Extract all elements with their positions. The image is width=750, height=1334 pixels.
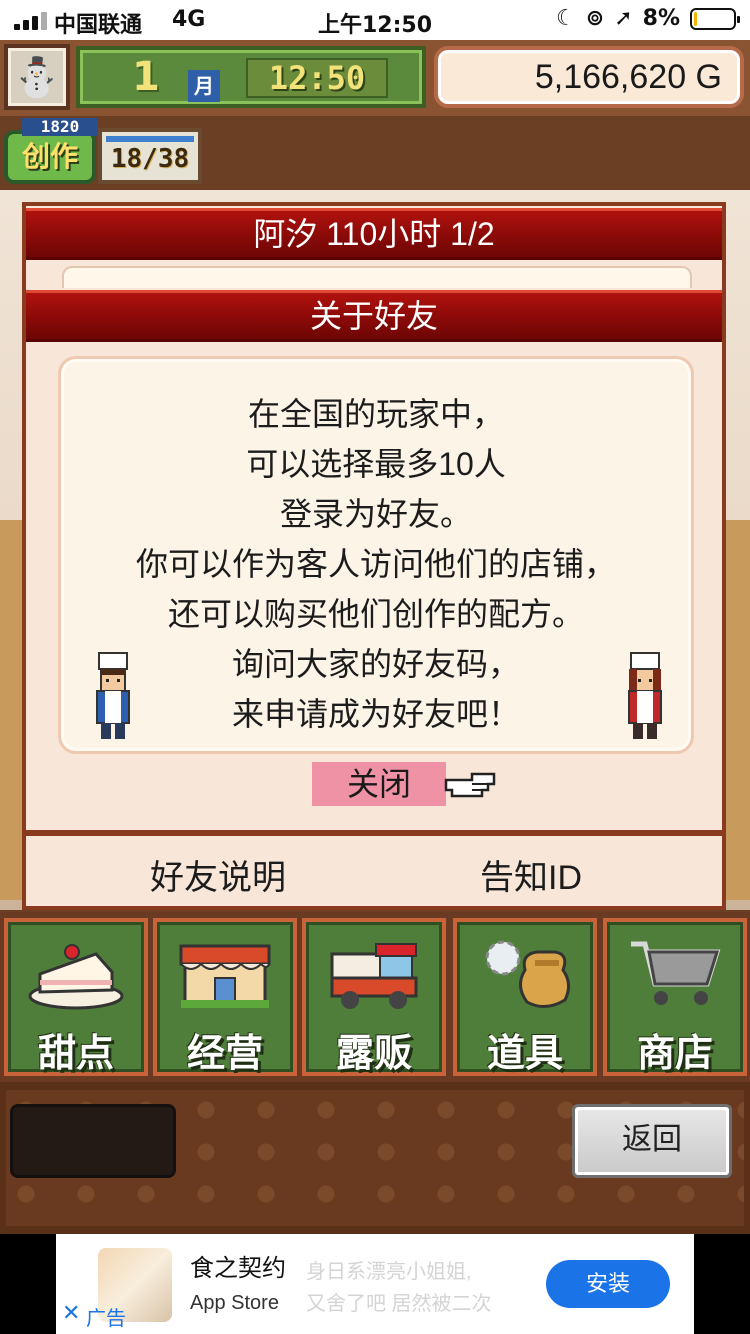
creation-badge[interactable]: 创作 1820 18/38 <box>4 118 204 188</box>
battery-fill <box>694 11 698 26</box>
scene-decoration-left <box>0 520 24 900</box>
month-number: 1 <box>132 54 160 100</box>
ad-label: 广告 <box>86 1308 126 1330</box>
tab-friend-help[interactable]: 好友说明 <box>150 850 286 899</box>
menu-label: 露贩 <box>335 1033 412 1075</box>
location-icon: ➚ <box>614 6 633 31</box>
empty-slot <box>10 1104 176 1178</box>
menu-label: 甜点 <box>37 1033 114 1075</box>
friend-dialog: 阿汐 110小时 1/2 关于好友 在全国的玩家中， 可以选择最多10人 登录为… <box>22 202 726 910</box>
snowman-icon: ⛄ <box>13 55 61 99</box>
message-line: 你可以作为客人访问他们的店铺， <box>135 546 616 582</box>
ad-faded-text: 身日系漂亮小姐姐, 又舍了吧 居然被二次 <box>306 1256 556 1320</box>
shop-icon <box>179 944 271 1008</box>
orientation-lock-icon: ⊚ <box>585 6 605 31</box>
message-line: 可以选择最多10人 <box>246 446 506 482</box>
food-truck-icon <box>330 943 418 1009</box>
month-label: 月 <box>188 70 220 102</box>
cake-icon <box>28 944 124 1010</box>
game-hud: ⛄ 1 月 12:50 5,166,620 G <box>0 40 750 116</box>
ad-banner[interactable]: 身日系漂亮小姐姐, 又舍了吧 居然被二次 食之契约 App Store 安装 ✕… <box>56 1234 694 1334</box>
creation-count: 18/38 <box>110 144 190 174</box>
menu-item-items[interactable]: 道具 <box>453 918 597 1076</box>
back-button[interactable]: 返回 <box>572 1104 732 1178</box>
battery-icon <box>690 7 740 30</box>
game-clock: 12:50 <box>246 58 388 98</box>
creation-label: 创作 <box>4 130 96 184</box>
menu-label: 经营 <box>186 1033 263 1075</box>
menu-label: 道具 <box>486 1033 563 1075</box>
creation-progress-bar <box>106 136 194 142</box>
moon-icon: ☾ <box>556 6 576 31</box>
battery-percent: 8% <box>642 6 680 31</box>
ad-faded-line: 又舍了吧 居然被二次 <box>306 1293 492 1315</box>
menu-item-stall[interactable]: 露贩 <box>302 918 446 1076</box>
ad-close-icon[interactable]: ✕ <box>62 1300 80 1326</box>
ad-faded-line: 身日系漂亮小姐姐, <box>306 1261 472 1283</box>
message-line: 在全国的玩家中， <box>247 396 504 432</box>
message-line: 还可以购买他们创作的配方。 <box>167 596 584 632</box>
ad-app-title: 食之契约 <box>190 1255 286 1282</box>
tab-notify-id[interactable]: 告知ID <box>480 850 582 899</box>
menu-label: 商店 <box>636 1033 713 1075</box>
menu-item-store[interactable]: 商店 <box>603 918 747 1076</box>
dialog-tabs: 好友说明 告知ID <box>26 836 722 906</box>
status-bar: 中国联通 4G 上午12:50 ☾ ⊚ ➚ 8% <box>0 0 750 40</box>
message-line: 登录为好友。 <box>279 496 472 532</box>
player-avatar[interactable]: ⛄ <box>4 44 70 110</box>
ad-app-source: App Store <box>190 1292 279 1314</box>
ad-banner-area: 身日系漂亮小姐姐, 又舍了吧 居然被二次 食之契约 App Store 安装 ✕… <box>0 1234 750 1334</box>
message-line: 询问大家的好友码， <box>231 646 520 682</box>
message-text: 在全国的玩家中， 可以选择最多10人 登录为好友。 你可以作为客人访问他们的店铺… <box>61 389 691 739</box>
underlying-panel-edge <box>62 266 692 288</box>
message-line: 来申请成为好友吧！ <box>231 696 520 732</box>
scene-decoration-right <box>722 520 750 900</box>
creation-points: 1820 <box>22 118 98 136</box>
lower-panel: 返回 <box>0 1082 750 1234</box>
dialog-header: 阿汐 110小时 1/2 <box>26 208 722 260</box>
close-button[interactable]: 关闭 <box>312 762 446 806</box>
menu-item-manage[interactable]: 经营 <box>153 918 297 1076</box>
items-bag-icon <box>485 940 570 1008</box>
gold-panel: 5,166,620 G <box>434 46 744 108</box>
shopping-cart-icon <box>631 941 721 1005</box>
date-panel: 1 月 12:50 <box>76 46 426 108</box>
dialog-title: 关于好友 <box>26 290 722 342</box>
ad-install-button[interactable]: 安装 <box>546 1260 670 1308</box>
creation-count-box: 18/38 <box>98 128 202 184</box>
chef-boy-icon <box>96 652 130 739</box>
message-panel: 在全国的玩家中， 可以选择最多10人 登录为好友。 你可以作为客人访问他们的店铺… <box>58 356 694 754</box>
chef-girl-icon <box>628 652 662 739</box>
gold-amount: 5,166,620 G <box>534 58 722 96</box>
menu-item-desserts[interactable]: 甜点 <box>4 918 148 1076</box>
pointing-hand-icon <box>444 772 496 798</box>
bottom-menu: 甜点 经营 露贩 道具 商店 <box>0 912 750 1082</box>
